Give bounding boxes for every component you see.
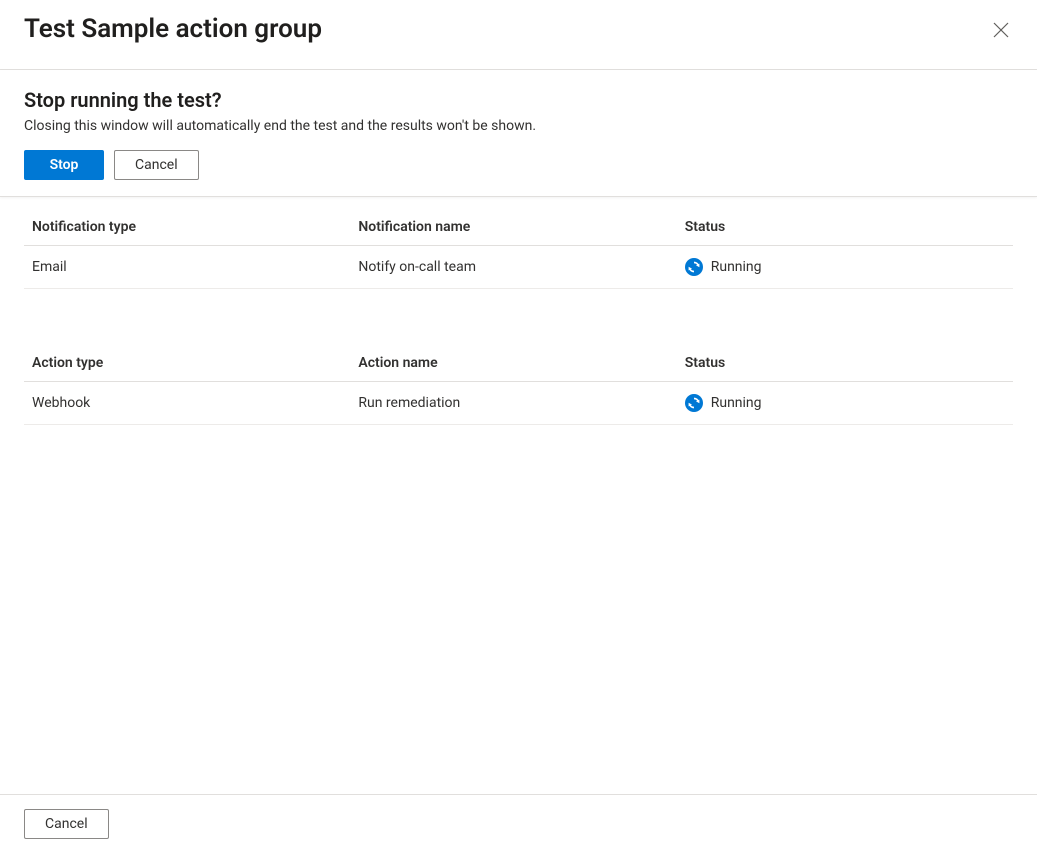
- prompt-description: Closing this window will automatically e…: [24, 118, 1013, 134]
- header: Test Sample action group: [0, 0, 1037, 70]
- page-title: Test Sample action group: [24, 14, 322, 44]
- stop-button[interactable]: Stop: [24, 150, 104, 180]
- action-status-header: Status: [677, 345, 1013, 382]
- notification-type-cell[interactable]: Email: [24, 246, 350, 289]
- sync-icon: [685, 394, 703, 412]
- action-type-cell[interactable]: Webhook: [24, 382, 350, 425]
- close-icon: [993, 22, 1009, 38]
- notification-status-header: Status: [677, 209, 1013, 246]
- cancel-button[interactable]: Cancel: [114, 150, 199, 180]
- notification-name-header: Notification name: [350, 209, 676, 246]
- status-label: Running: [711, 259, 762, 275]
- actions-table: Action type Action name Status Webhook R…: [24, 345, 1013, 425]
- status-label: Running: [711, 395, 762, 411]
- notification-name-cell: Notify on-call team: [350, 246, 676, 289]
- action-type-header: Action type: [24, 345, 350, 382]
- spacer: [24, 289, 1013, 337]
- notification-status-cell: Running: [677, 246, 1013, 289]
- action-name-cell: Run remediation: [350, 382, 676, 425]
- table-row: Email Notify on-call team: [24, 246, 1013, 289]
- action-name-header: Action name: [350, 345, 676, 382]
- content: Notification type Notification name Stat…: [0, 197, 1037, 425]
- action-status-cell: Running: [677, 382, 1013, 425]
- prompt-title: Stop running the test?: [24, 88, 1013, 112]
- footer-cancel-button[interactable]: Cancel: [24, 809, 109, 839]
- table-row: Webhook Run remediation: [24, 382, 1013, 425]
- prompt-buttons: Stop Cancel: [24, 150, 1013, 180]
- sync-icon: [685, 258, 703, 276]
- close-button[interactable]: [989, 18, 1013, 45]
- footer: Cancel: [0, 794, 1037, 853]
- notification-type-header: Notification type: [24, 209, 350, 246]
- confirm-prompt: Stop running the test? Closing this wind…: [0, 70, 1037, 197]
- notifications-table: Notification type Notification name Stat…: [24, 209, 1013, 289]
